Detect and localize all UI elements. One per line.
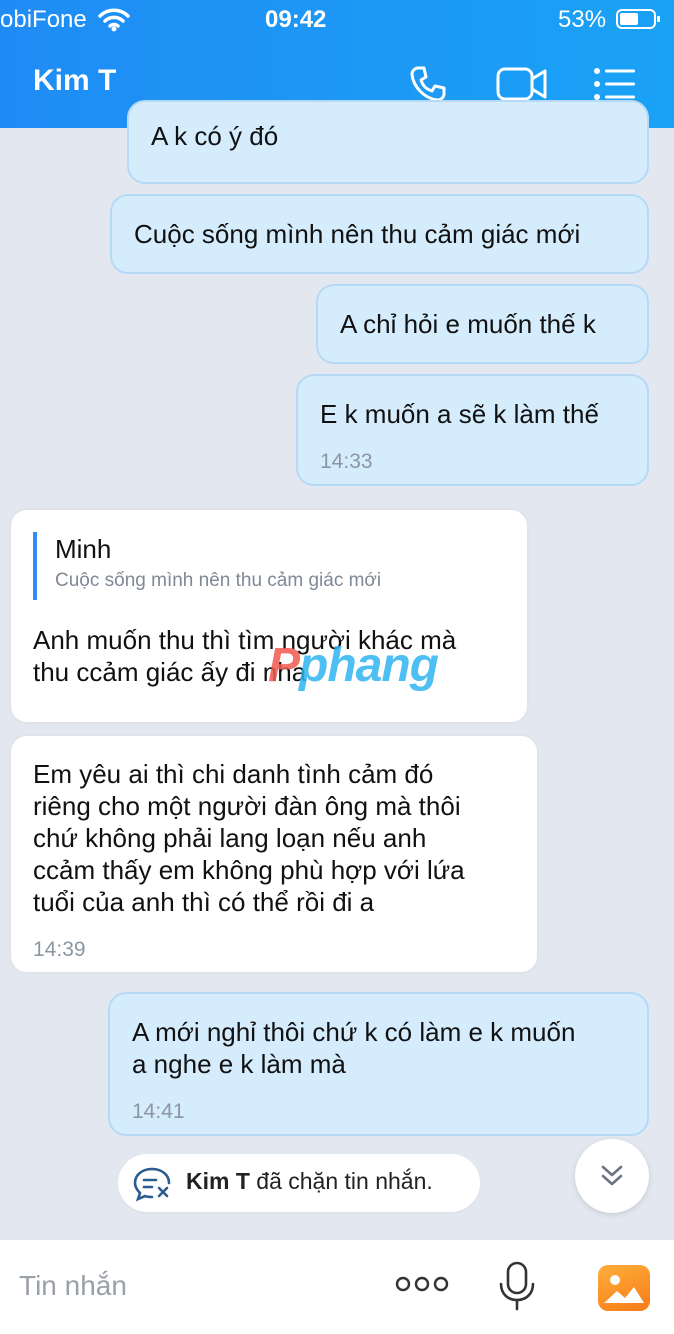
carrier-label: obiFone	[0, 6, 87, 33]
message-text: A mới nghỉ thôi chứ k có làm e k muốn a …	[132, 1017, 576, 1079]
message-bubble-outgoing[interactable]: A mới nghỉ thôi chứ k có làm e k muốn a …	[108, 992, 649, 1136]
message-text: Em yêu ai thì chi danh tình cảm đó riêng…	[33, 759, 465, 917]
message-text: E k muốn a sẽ k làm thế	[320, 399, 599, 429]
clock: 09:42	[265, 6, 327, 33]
video-call-icon[interactable]	[496, 64, 548, 104]
gallery-icon[interactable]	[598, 1265, 650, 1311]
double-chevron-down-icon	[601, 1165, 623, 1186]
message-bubble-incoming[interactable]: Em yêu ai thì chi danh tình cảm đó riêng…	[9, 734, 539, 974]
message-time: 14:39	[33, 938, 86, 961]
more-options-icon[interactable]	[395, 1274, 449, 1299]
blocked-notice: Kim T đã chặn tin nhắn.	[118, 1154, 480, 1212]
message-bubble-outgoing[interactable]: Cuộc sống mình nên thu cảm giác mới	[110, 194, 649, 274]
quoted-sender: Minh	[55, 534, 112, 564]
message-input[interactable]: Tin nhắn	[19, 1270, 127, 1302]
message-composer: Tin nhắn	[0, 1240, 674, 1334]
message-bubble-outgoing[interactable]: A k có ý đó	[127, 100, 649, 184]
quoted-message[interactable]: Minh Cuộc sống mình nên thu cảm giác mới	[33, 532, 381, 600]
microphone-icon[interactable]	[497, 1260, 537, 1317]
message-text: Cuộc sống mình nên thu cảm giác mới	[134, 219, 581, 249]
message-bubble-outgoing[interactable]: A chỉ hỏi e muốn thế k	[316, 284, 649, 364]
blocked-text: Kim T đã chặn tin nhắn.	[186, 1168, 433, 1194]
contact-name[interactable]: Kim T	[33, 64, 116, 98]
quoted-text: Cuộc sống mình nên thu cảm giác mới	[55, 570, 382, 591]
phone-icon[interactable]	[406, 64, 450, 104]
chat-blocked-icon	[132, 1166, 172, 1208]
wifi-icon	[98, 8, 130, 37]
message-time: 14:33	[320, 450, 373, 473]
message-text: A chỉ hỏi e muốn thế k	[340, 309, 596, 339]
blocked-contact-name: Kim T	[186, 1168, 250, 1194]
message-time: 14:41	[132, 1100, 185, 1123]
battery-icon	[616, 9, 660, 29]
watermark-logo: Pphang	[268, 639, 439, 692]
menu-list-icon[interactable]	[592, 64, 636, 104]
message-text: A k có ý đó	[151, 121, 279, 151]
battery-percent: 53%	[558, 6, 607, 33]
message-bubble-outgoing[interactable]: E k muốn a sẽ k làm thế 14:33	[296, 374, 649, 486]
scroll-to-bottom-button[interactable]	[575, 1139, 649, 1213]
